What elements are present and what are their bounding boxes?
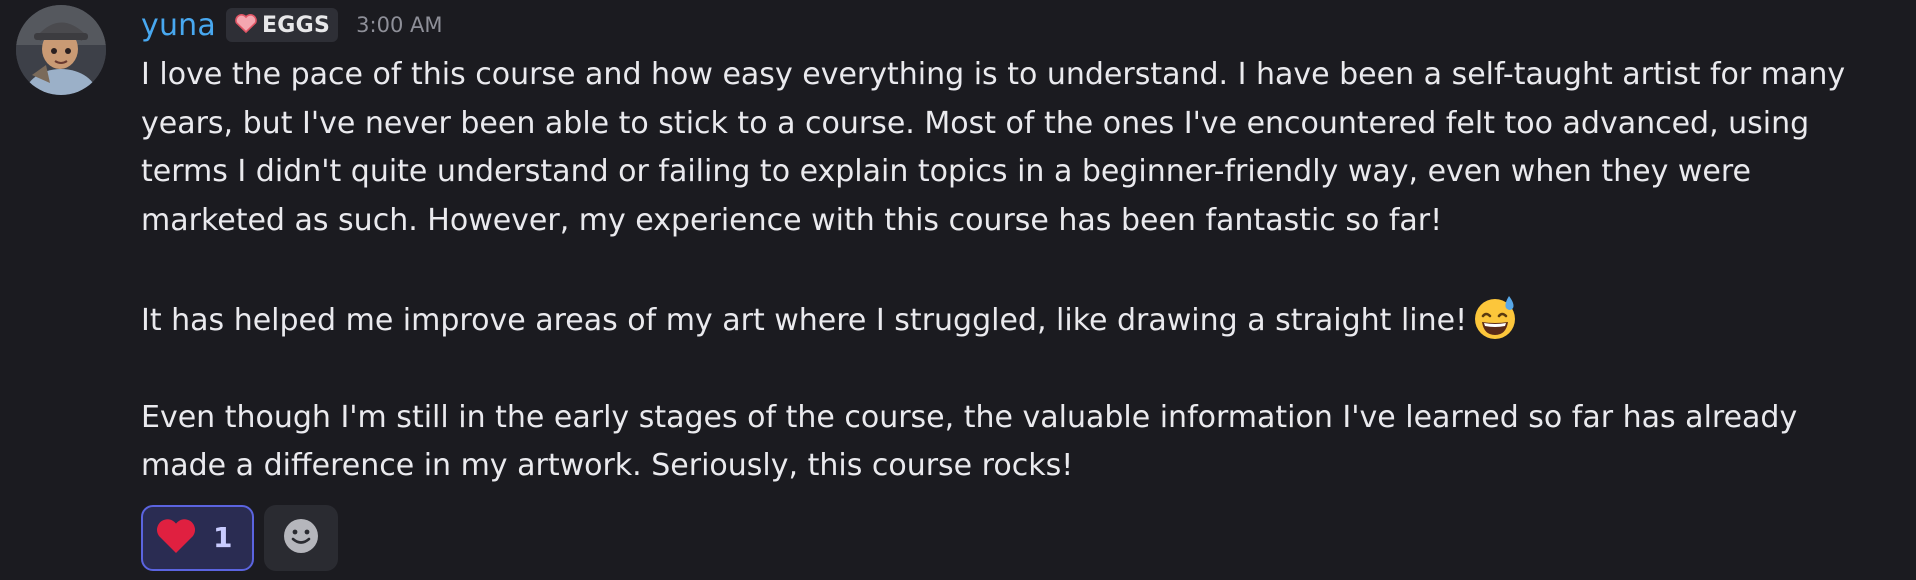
reactions-bar: 1 [141, 504, 1891, 571]
add-reaction-icon [282, 517, 320, 559]
message-body: I love the pace of this course and how e… [141, 51, 1881, 491]
add-reaction-button[interactable] [264, 504, 338, 571]
message-paragraph-3: Even though I'm still in the early stage… [141, 399, 1798, 484]
message-content: yuna EGGS 3:00 AM I love the pace of thi… [141, 0, 1891, 571]
guild-tag-label: EGGS [261, 12, 331, 38]
avatar[interactable] [16, 5, 106, 95]
message-paragraph-1: I love the pace of this course and how e… [141, 57, 1846, 238]
timestamp[interactable]: 3:00 AM [356, 13, 442, 37]
message-header: yuna EGGS 3:00 AM [141, 0, 1891, 50]
reaction-heart[interactable]: 1 [141, 504, 254, 571]
username[interactable]: yuna [141, 8, 216, 43]
message-paragraph-2: It has helped me improve areas of my art… [141, 294, 1881, 346]
grinning-sweat-emoji[interactable] [1471, 294, 1519, 342]
heart-icon [234, 13, 258, 37]
guild-tag[interactable]: EGGS [225, 8, 339, 42]
message-paragraph-2-text: It has helped me improve areas of my art… [141, 302, 1468, 338]
avatar-image [16, 5, 106, 95]
chat-message: yuna EGGS 3:00 AM I love the pace of thi… [0, 0, 1916, 580]
heart-icon [155, 517, 197, 559]
reaction-count: 1 [213, 521, 233, 554]
